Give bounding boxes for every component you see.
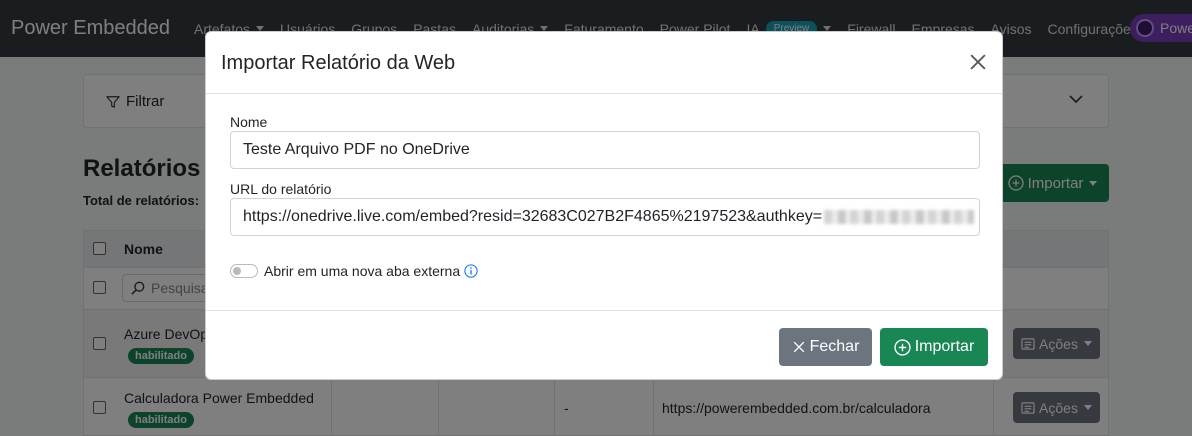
name-label: Nome xyxy=(230,114,268,130)
url-input-value: https://onedrive.live.com/embed?resid=32… xyxy=(243,208,823,225)
close-button-label: Fechar xyxy=(809,338,860,355)
import-button-label: Importar xyxy=(914,338,975,355)
redacted-authkey xyxy=(824,210,975,224)
url-input[interactable]: https://onedrive.live.com/embed?resid=32… xyxy=(230,198,980,236)
close-button[interactable]: Fechar xyxy=(779,328,872,366)
import-web-report-modal: Importar Relatório da Web Nome Teste Arq… xyxy=(205,31,1003,380)
close-icon[interactable] xyxy=(968,52,988,72)
open-external-tab-label-group: Abrir em uma nova aba externa xyxy=(264,263,478,279)
url-label: URL do relatório xyxy=(230,181,332,197)
import-button[interactable]: Importar xyxy=(880,328,988,366)
modal-header: Importar Relatório da Web xyxy=(206,32,1002,94)
open-external-tab-label: Abrir em uma nova aba externa xyxy=(264,263,461,279)
open-external-tab-toggle[interactable] xyxy=(230,264,258,278)
name-input[interactable]: Teste Arquivo PDF no OneDrive xyxy=(230,131,980,169)
modal-footer: Fechar Importar xyxy=(206,310,1002,381)
toggle-knob xyxy=(233,267,241,275)
modal-title: Importar Relatório da Web xyxy=(221,52,456,74)
info-icon[interactable] xyxy=(464,264,478,278)
name-input-value: Teste Arquivo PDF no OneDrive xyxy=(243,141,470,158)
plus-circle-icon xyxy=(894,338,911,356)
x-icon xyxy=(793,341,804,353)
